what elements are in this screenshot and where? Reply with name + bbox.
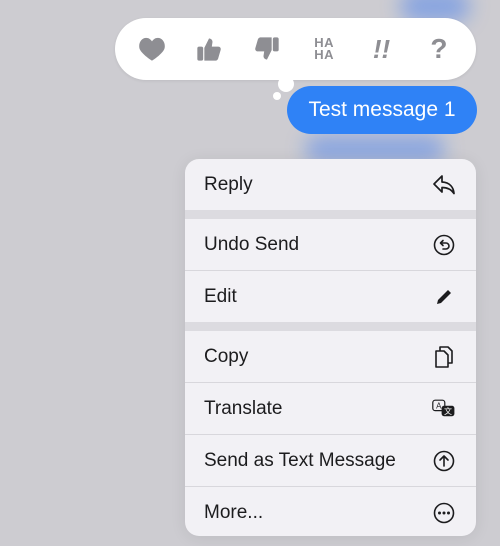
thumbs-down-reaction[interactable] xyxy=(247,29,287,69)
message-bubble[interactable]: Test message 1 xyxy=(287,86,477,134)
menu-item-send-as-text[interactable]: Send as Text Message xyxy=(185,435,476,486)
message-text: Test message 1 xyxy=(308,98,456,121)
translate-icon: A 文 xyxy=(432,397,456,421)
heart-reaction[interactable] xyxy=(132,29,172,69)
svg-text:A: A xyxy=(436,401,442,410)
menu-item-label: Reply xyxy=(204,173,253,195)
menu-group-divider xyxy=(185,322,476,331)
menu-item-label: Copy xyxy=(204,345,249,367)
tapback-tail-small xyxy=(273,92,281,100)
exclamation-reaction[interactable]: !! xyxy=(362,29,402,69)
thumbs-up-reaction[interactable] xyxy=(189,29,229,69)
menu-item-reply[interactable]: Reply xyxy=(185,159,476,210)
menu-item-label: Edit xyxy=(204,285,237,307)
context-menu: Reply Undo Send Edit Copy Translate A 文 … xyxy=(185,159,476,536)
thumbs-down-icon xyxy=(255,37,279,60)
question-icon: ? xyxy=(430,33,448,64)
haha-reaction[interactable]: HA HA xyxy=(304,29,344,69)
question-reaction[interactable]: ? xyxy=(419,29,459,69)
menu-group-divider xyxy=(185,210,476,219)
menu-item-more[interactable]: More... xyxy=(185,487,476,536)
menu-item-undo-send[interactable]: Undo Send xyxy=(185,219,476,270)
arrow-up-circle-icon xyxy=(432,449,456,473)
menu-item-label: Send as Text Message xyxy=(204,449,396,471)
menu-item-edit[interactable]: Edit xyxy=(185,271,476,322)
svg-text:文: 文 xyxy=(444,406,452,416)
menu-item-label: Translate xyxy=(204,397,283,419)
menu-item-label: Undo Send xyxy=(204,233,300,255)
undo-icon xyxy=(432,233,456,257)
tapback-bar: HA HA !! ? xyxy=(115,18,476,80)
copy-icon xyxy=(432,345,456,369)
menu-item-translate[interactable]: Translate A 文 xyxy=(185,383,476,434)
haha-icon: HA HA xyxy=(314,35,335,62)
menu-item-label: More... xyxy=(204,501,264,523)
ellipsis-circle-icon xyxy=(432,501,456,525)
menu-item-copy[interactable]: Copy xyxy=(185,331,476,382)
pencil-icon xyxy=(432,285,456,309)
thumbs-up-icon xyxy=(197,38,222,61)
heart-icon xyxy=(139,37,165,61)
reply-icon xyxy=(432,173,456,197)
tapback-tail-large xyxy=(278,76,294,92)
exclamation-icon: !! xyxy=(372,33,391,64)
